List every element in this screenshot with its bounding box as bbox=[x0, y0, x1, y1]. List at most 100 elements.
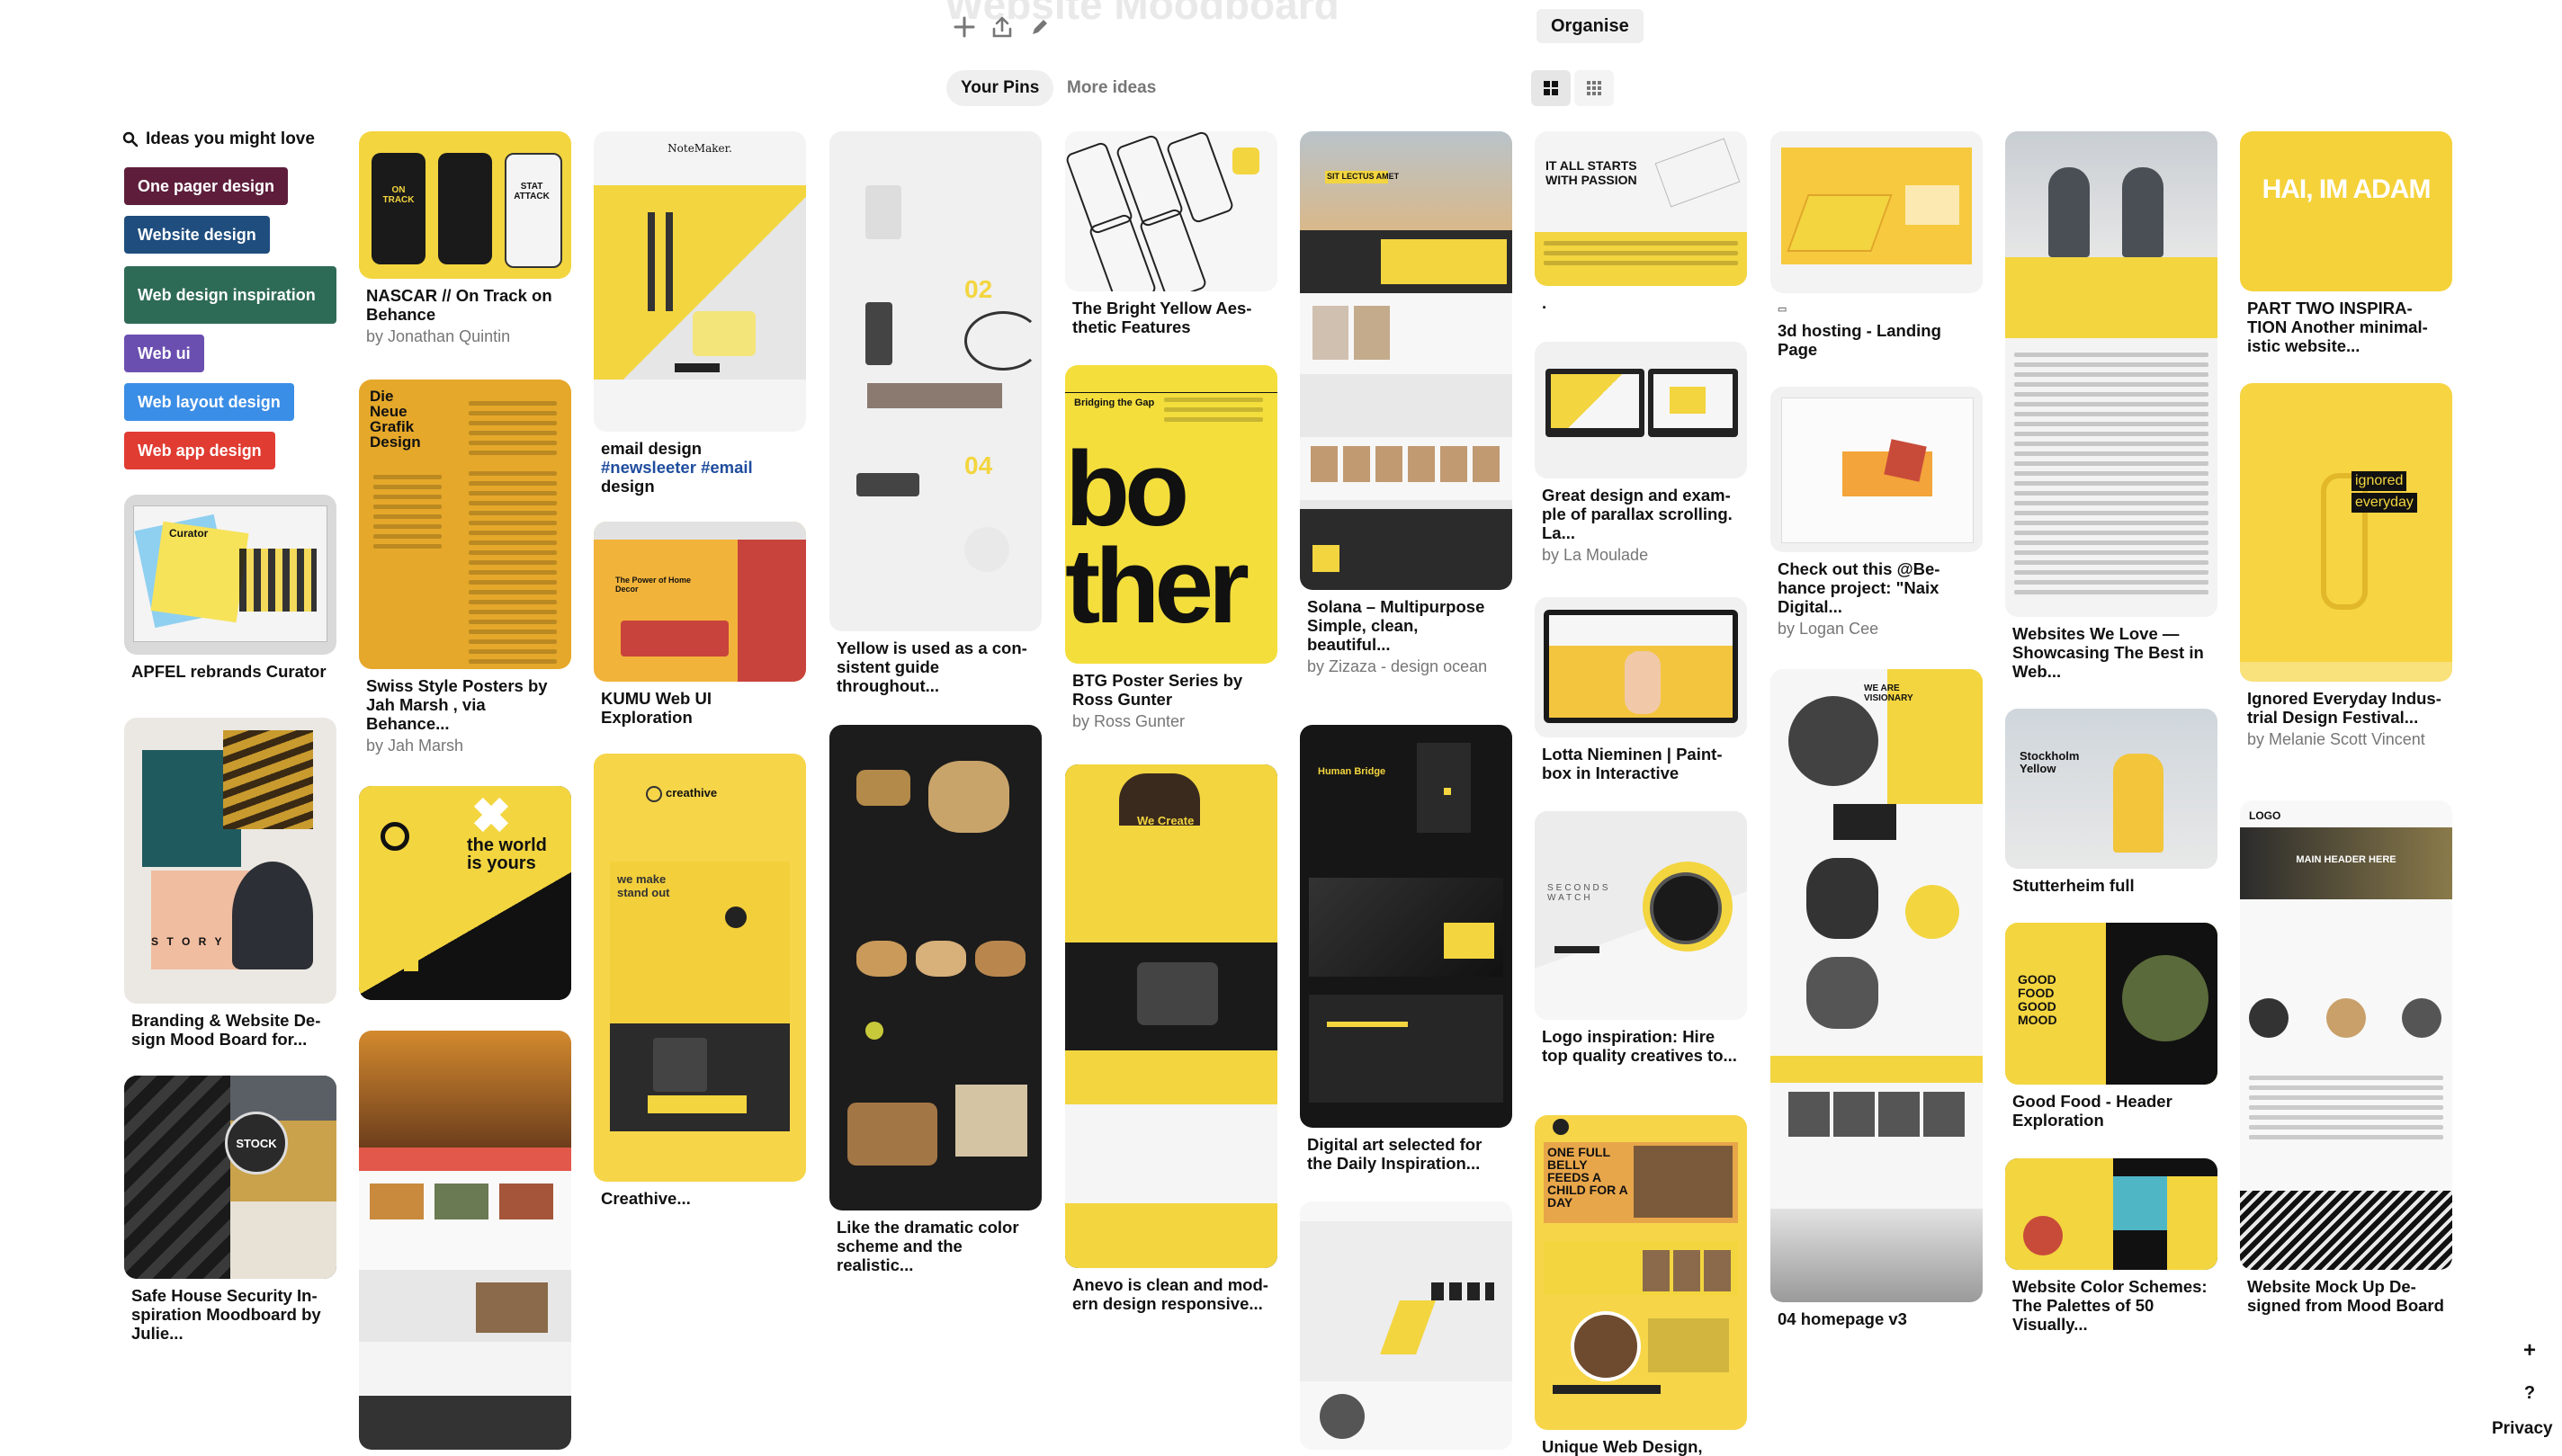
pin-image: The Power of Home Decor bbox=[594, 522, 806, 682]
pin-caption: Swiss Style Posters by Jah Marsh , via B… bbox=[366, 676, 548, 733]
pin-card[interactable]: SECONDS WATCH Logo inspiration: Hire top… bbox=[1535, 811, 1747, 1065]
pin-card[interactable]: ON TRACK STAT ATTACK NASCAR // On Track … bbox=[359, 131, 571, 346]
pin-image: We Create Your Business bbox=[1065, 764, 1277, 1268]
pin-caption: 3d hosting - Landing Page bbox=[1778, 321, 1941, 359]
pin-caption: Logo inspiration: Hire top quality creat… bbox=[1542, 1027, 1737, 1065]
pin-image-text: ON TRACK bbox=[382, 185, 415, 205]
pin-card[interactable]: creathive we make stand out Creathive... bbox=[594, 754, 806, 1208]
add-icon[interactable] bbox=[948, 11, 981, 43]
pin-image bbox=[2005, 131, 2217, 617]
pin-caption: NASCAR // On Track on Behance bbox=[366, 286, 552, 324]
pin-card[interactable]: NoteMaker. email design #newsleeter #ema… bbox=[594, 131, 806, 496]
pin-card[interactable]: We Create Your Business Anevo is clean a… bbox=[1065, 764, 1277, 1313]
pin-hashtags[interactable]: #newsleeter #email bbox=[594, 458, 806, 477]
board-tools bbox=[948, 11, 1056, 43]
tab-your-pins[interactable]: Your Pins bbox=[946, 70, 1054, 106]
pin-image-text: MAIN HEADER HERE bbox=[2296, 854, 2396, 865]
pin-image-text: WE ARE VISIONARY bbox=[1864, 683, 1913, 703]
pin-image bbox=[2005, 1158, 2217, 1270]
edit-icon[interactable] bbox=[1024, 11, 1056, 43]
pin-card[interactable]: Website Color Schemes: The Palettes of 5… bbox=[2005, 1158, 2217, 1334]
pin-caption: Creathive... bbox=[601, 1189, 691, 1208]
pin-caption: Solana – Multipurpose Simple, clean, bea… bbox=[1307, 597, 1485, 654]
pin-link-icon: ▭ bbox=[1778, 304, 1787, 315]
pin-image: Curator bbox=[124, 495, 336, 655]
pin-caption: Anevo is clean and mod­ern design respon… bbox=[1072, 1275, 1268, 1313]
pin-image bbox=[1065, 131, 1277, 291]
pin-card[interactable]: Stockholm Yellow Stutterheim full bbox=[2005, 709, 2217, 895]
share-icon[interactable] bbox=[986, 11, 1018, 43]
pin-caption: Unique Web Design, bbox=[1542, 1437, 1703, 1456]
pin-card[interactable]: Like the dramatic color scheme and the r… bbox=[829, 725, 1042, 1274]
pin-card[interactable]: The Bright Yellow Aes­thetic Features bbox=[1065, 131, 1277, 336]
pin-card[interactable]: 02 04 Yellow is used as a con­sistent gu… bbox=[829, 131, 1042, 695]
pin-card[interactable]: HAI, IM ADAM PART TWO INSPIRA­TION Anoth… bbox=[2240, 131, 2452, 355]
privacy-link[interactable]: Privacy bbox=[2492, 1419, 2553, 1439]
pin-image: S T O R Y bbox=[124, 718, 336, 1004]
pin-card[interactable]: SIT LECTUS AMET Solana – Multipurpose Si… bbox=[1300, 131, 1512, 676]
pin-card[interactable]: GOOD FOOD GOOD MOOD Good Food - Header E… bbox=[2005, 923, 2217, 1130]
idea-chip-web-app[interactable]: Web app design bbox=[124, 432, 275, 469]
pin-caption: PART TWO INSPIRA­TION Another minimal­is… bbox=[2247, 299, 2428, 355]
pin-caption: Ignored Everyday Indus­trial Design Fest… bbox=[2247, 689, 2441, 727]
pin-caption: Lotta Nieminen | Paint­box in Interactiv… bbox=[1542, 745, 1723, 782]
pin-card[interactable]: ▭ 3d hosting - Landing Page bbox=[1770, 131, 1983, 359]
idea-chip-one-pager[interactable]: One pager design bbox=[124, 167, 289, 205]
pin-image bbox=[1535, 597, 1747, 737]
pin-image: IT ALL STARTS WITH PASSION bbox=[1535, 131, 1747, 286]
pin-caption: Like the dramatic color scheme and the r… bbox=[837, 1218, 1019, 1274]
pin-image-text: HAI, IM ADAM bbox=[2262, 174, 2432, 204]
pin-caption-end: design bbox=[601, 477, 655, 496]
pin-card[interactable]: ignored everyday Ignored Everyday Indus­… bbox=[2240, 383, 2452, 749]
help-button[interactable]: ? bbox=[2519, 1383, 2540, 1404]
organise-button[interactable]: Organise bbox=[1536, 9, 1644, 43]
pin-author: by La Moulade bbox=[1542, 546, 1649, 564]
idea-chip-web-design-inspiration[interactable]: Web design inspiration bbox=[124, 266, 336, 324]
pin-caption: Websites We Love — Showcasing The Best i… bbox=[2012, 624, 2204, 681]
pin-caption: APFEL rebrands Curator bbox=[131, 662, 327, 681]
pin-image-text: STOCK bbox=[225, 1112, 288, 1175]
pin-card[interactable]: Curator APFEL rebrands Curator bbox=[124, 495, 336, 681]
pin-card[interactable]: IT ALL STARTS WITH PASSION . bbox=[1535, 131, 1747, 312]
pin-card[interactable]: Die Neue Grafik Design Swiss Style Poste… bbox=[359, 380, 571, 755]
pin-caption: Digital art selected for the Daily Inspi… bbox=[1307, 1135, 1483, 1173]
pin-image: WE ARE VISIONARY bbox=[1770, 669, 1983, 1302]
pin-card[interactable]: The Power of Home Decor KUMU Web UI Expl… bbox=[594, 522, 806, 727]
pin-card[interactable]: Lotta Nieminen | Paint­box in Interactiv… bbox=[1535, 597, 1747, 782]
pin-card[interactable] bbox=[1300, 1201, 1512, 1450]
compact-view-icon[interactable] bbox=[1574, 70, 1614, 106]
search-icon bbox=[122, 131, 139, 147]
pin-card[interactable]: Websites We Love — Showcasing The Best i… bbox=[2005, 131, 2217, 681]
pin-card[interactable]: Check out this @Be­hance project: "Naix … bbox=[1770, 387, 1983, 639]
idea-chip-web-ui[interactable]: Web ui bbox=[124, 335, 204, 372]
pin-card[interactable]: LOGO MAIN HEADER HERE Website Mock Up De… bbox=[2240, 800, 2452, 1315]
pin-image: ON TRACK STAT ATTACK bbox=[359, 131, 571, 279]
pin-caption: Stutterheim full bbox=[2012, 876, 2135, 895]
pin-card[interactable]: S T O R Y Branding & Website De­sign Moo… bbox=[124, 718, 336, 1049]
pin-card[interactable]: ONE FULL BELLY FEEDS A CHILD FOR A DAY U… bbox=[1535, 1115, 1747, 1456]
pin-card[interactable]: STOCK Safe House Security In­spiration M… bbox=[124, 1076, 336, 1343]
pin-card[interactable]: Bridging the Gap bo ther BTG Poster Seri… bbox=[1065, 365, 1277, 731]
pin-author: by Ross Gunter bbox=[1072, 712, 1186, 730]
pin-image: GOOD FOOD GOOD MOOD bbox=[2005, 923, 2217, 1085]
idea-chip-web-layout[interactable]: Web layout design bbox=[124, 383, 294, 421]
pin-card[interactable]: Human Bridge Digital art selected for th… bbox=[1300, 725, 1512, 1173]
pin-caption: 04 homepage v3 bbox=[1778, 1309, 1907, 1328]
add-pin-button[interactable]: + bbox=[2519, 1338, 2540, 1363]
idea-chip-website-design[interactable]: Website design bbox=[124, 216, 270, 254]
pin-image: creathive we make stand out bbox=[594, 754, 806, 1182]
tab-more-ideas[interactable]: More ideas bbox=[1053, 70, 1170, 106]
pin-image bbox=[1300, 1201, 1512, 1450]
pin-card[interactable]: WE ARE VISIONARY 04 homepage v3 bbox=[1770, 669, 1983, 1328]
pin-image: NoteMaker. bbox=[594, 131, 806, 432]
pin-card[interactable] bbox=[359, 1031, 571, 1450]
pin-image-text: creathive bbox=[666, 786, 718, 799]
pin-author: by Jonathan Quintin bbox=[366, 327, 511, 345]
pin-image-text: The Power of Home Decor bbox=[615, 576, 692, 594]
grid-view-icon[interactable] bbox=[1531, 70, 1571, 106]
pin-card[interactable]: the world is yours bbox=[359, 786, 571, 1000]
pin-caption: Branding & Website De­sign Mood Board fo… bbox=[131, 1011, 321, 1049]
pin-image-text: LOGO bbox=[2249, 809, 2281, 822]
pin-image: Die Neue Grafik Design bbox=[359, 380, 571, 669]
pin-card[interactable]: Great design and exam­ple of parallax sc… bbox=[1535, 342, 1747, 565]
